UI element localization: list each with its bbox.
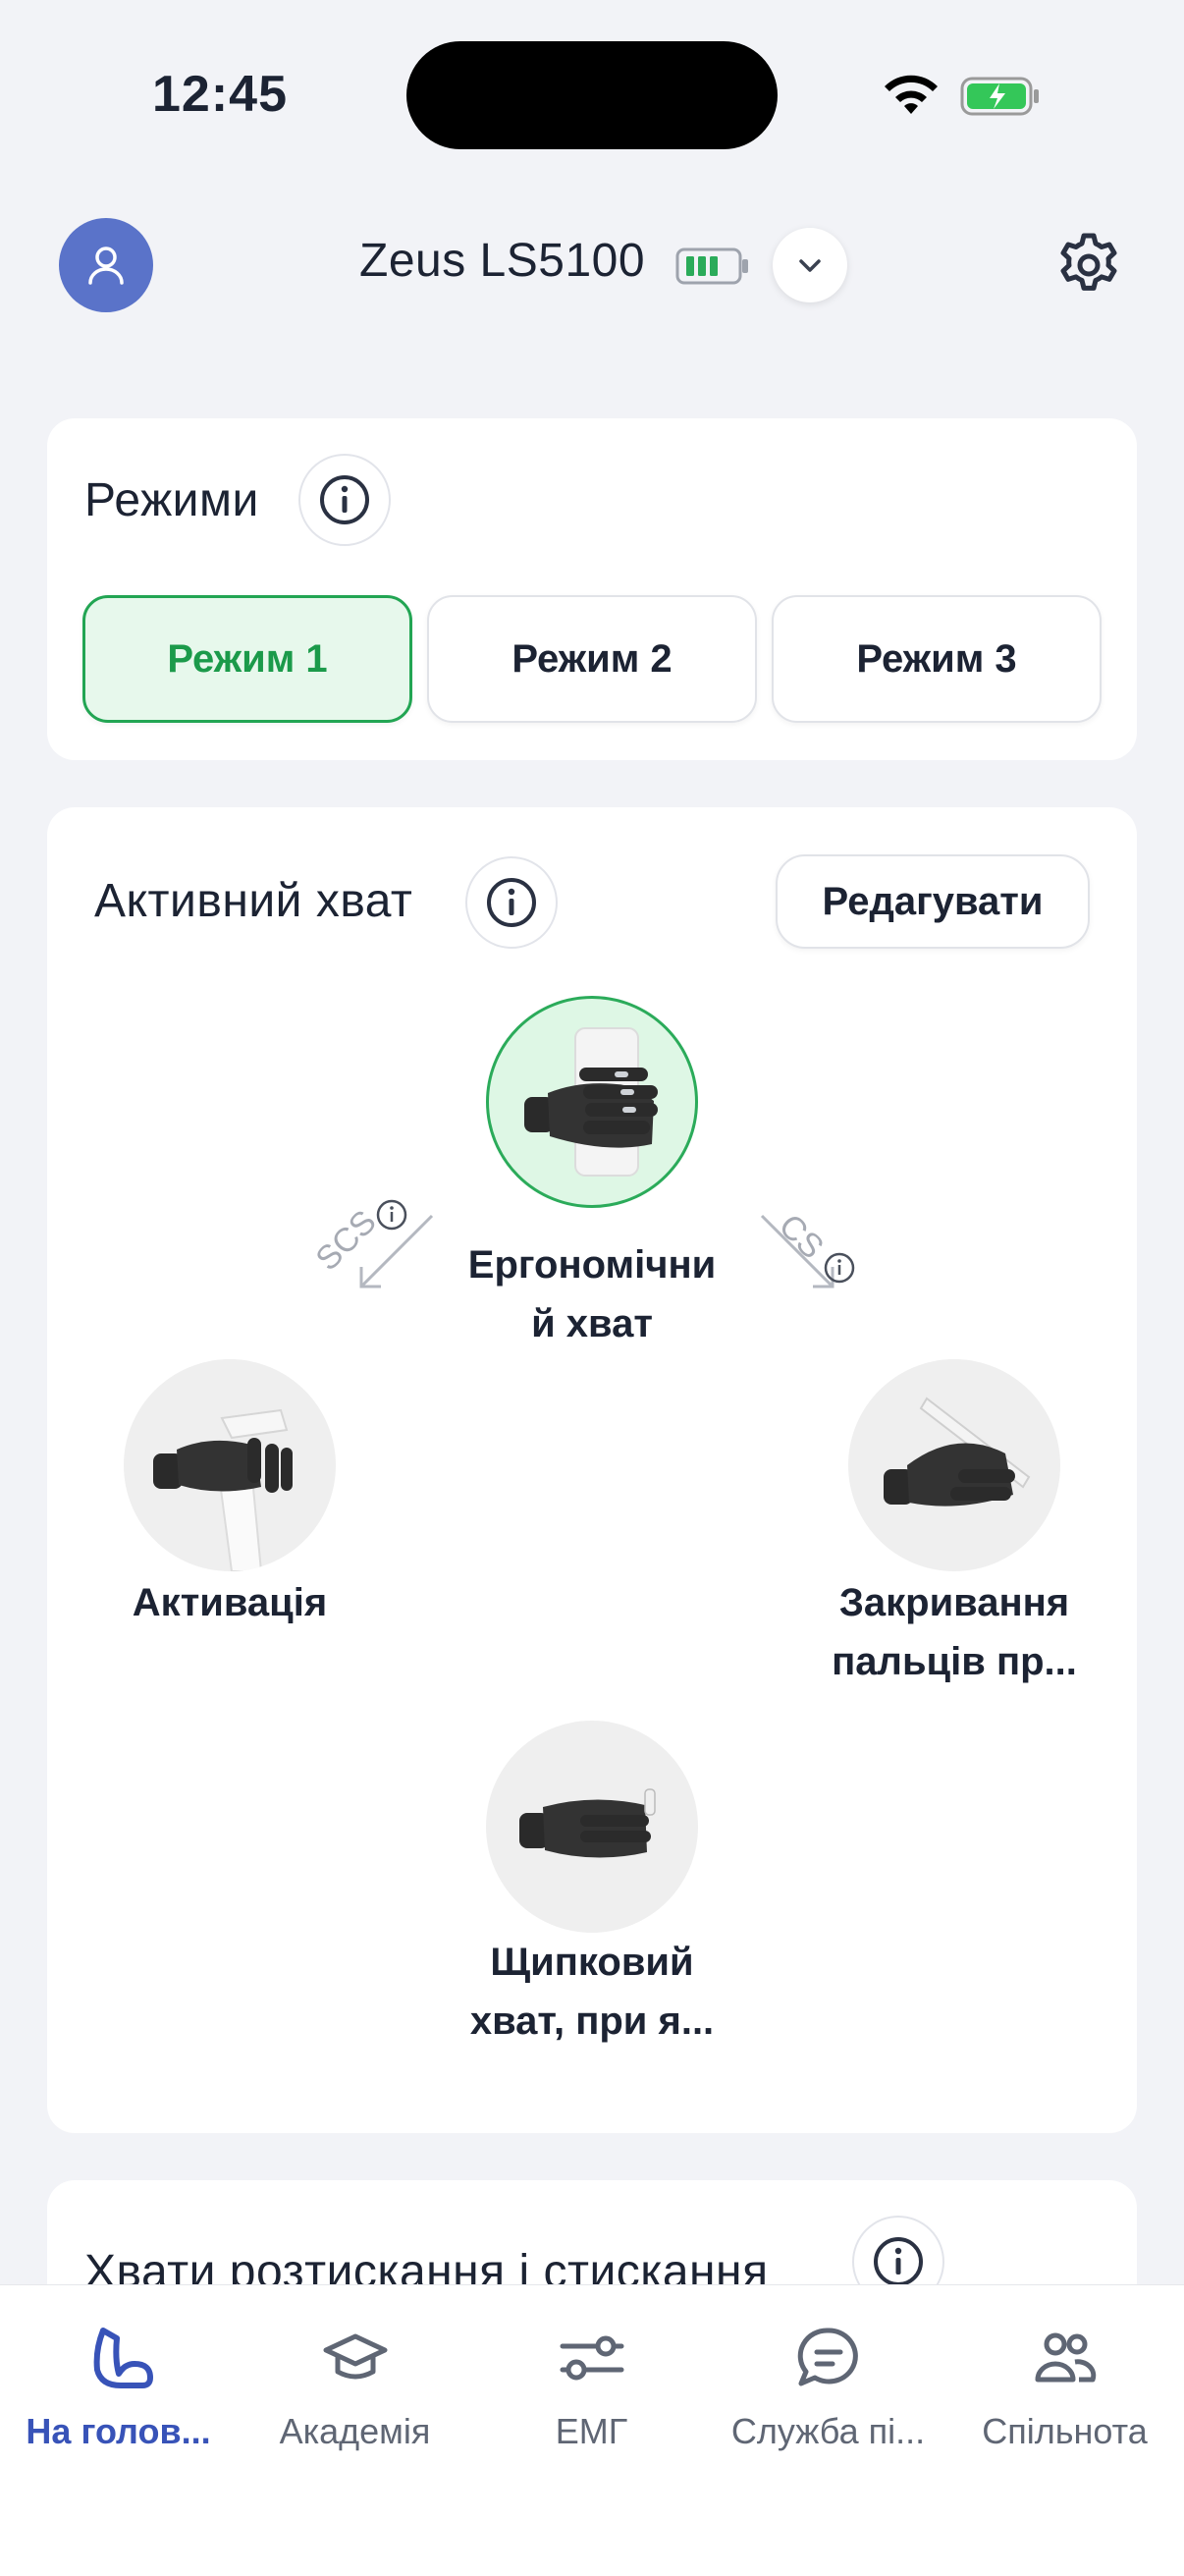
device-title: Zeus LS5100 bbox=[359, 235, 646, 287]
tab-home-label: На голов... bbox=[26, 2411, 211, 2451]
tab-support-label: Служба пі... bbox=[730, 2411, 926, 2451]
tab-emg-label: ЕМГ bbox=[555, 2411, 628, 2451]
tab-academy-label: Академія bbox=[279, 2411, 431, 2451]
device-battery-icon bbox=[675, 247, 748, 285]
info-icon bbox=[320, 475, 369, 524]
tab-academy[interactable]: Академія bbox=[237, 2285, 473, 2482]
mode-1-button[interactable]: Режим 1 bbox=[82, 595, 412, 723]
modes-title: Режими bbox=[84, 474, 259, 526]
mode-2-button[interactable]: Режим 2 bbox=[427, 595, 757, 723]
grip-activation-label: Активація bbox=[132, 1581, 328, 1624]
people-icon bbox=[1035, 2332, 1096, 2383]
active-grip-card: Активний хват Редагувати Ергономічни й х… bbox=[47, 807, 1137, 2133]
tab-emg[interactable]: ЕМГ bbox=[473, 2285, 710, 2482]
grip-activation[interactable] bbox=[124, 1359, 336, 1571]
info-icon bbox=[487, 878, 536, 927]
bottom-tab-bar: На голов... Академія ЕМГ Служба пі... Сп… bbox=[0, 2284, 1184, 2576]
edit-button[interactable]: Редагувати bbox=[776, 854, 1090, 949]
device-dropdown-button[interactable] bbox=[773, 228, 847, 302]
grip-pinch[interactable] bbox=[486, 1721, 698, 1933]
user-icon bbox=[88, 247, 124, 285]
grip-pinch-label: Щипковий хват, при я... bbox=[469, 1941, 715, 2043]
sliders-icon bbox=[560, 2335, 623, 2381]
hand-cup-image bbox=[524, 1027, 658, 1177]
grip-ergonomic[interactable] bbox=[486, 996, 698, 1208]
tab-community[interactable]: Спільнота bbox=[946, 2285, 1183, 2482]
status-time: 12:45 bbox=[152, 66, 288, 123]
chevron-down-icon bbox=[799, 259, 821, 272]
graduation-cap-icon bbox=[323, 2333, 387, 2380]
cs-info-icon[interactable] bbox=[823, 1251, 856, 1285]
grip-finger-closing-label: Закривання пальців пр... bbox=[832, 1581, 1077, 1683]
avatar[interactable] bbox=[59, 218, 153, 312]
settings-gear-icon[interactable] bbox=[1053, 230, 1124, 301]
grip-finger-closing[interactable] bbox=[848, 1359, 1060, 1571]
hand-spray-bottle-image bbox=[153, 1408, 293, 1571]
grip-ergonomic-label: Ергономічни й хват bbox=[467, 1243, 717, 1345]
dynamic-island bbox=[406, 41, 778, 149]
mode-3-button[interactable]: Режим 3 bbox=[772, 595, 1102, 723]
scs-info-icon[interactable] bbox=[375, 1198, 408, 1232]
wifi-icon bbox=[885, 75, 938, 114]
active-grip-info-button[interactable] bbox=[465, 856, 558, 949]
modes-info-button[interactable] bbox=[298, 454, 391, 546]
tab-community-label: Спільнота bbox=[982, 2411, 1148, 2451]
info-icon bbox=[874, 2237, 923, 2286]
battery-charging-icon bbox=[960, 77, 1039, 116]
chat-bubble-icon bbox=[797, 2328, 858, 2386]
hand-card-image bbox=[884, 1397, 1031, 1507]
active-grip-title: Активний хват bbox=[94, 875, 413, 927]
home-arm-icon bbox=[93, 2328, 153, 2388]
tab-support[interactable]: Служба пі... bbox=[710, 2285, 946, 2482]
tab-home[interactable]: На голов... bbox=[0, 2285, 237, 2482]
hand-pinch-image bbox=[519, 1788, 656, 1858]
modes-card: Режими Режим 1 Режим 2 Режим 3 bbox=[47, 418, 1137, 760]
